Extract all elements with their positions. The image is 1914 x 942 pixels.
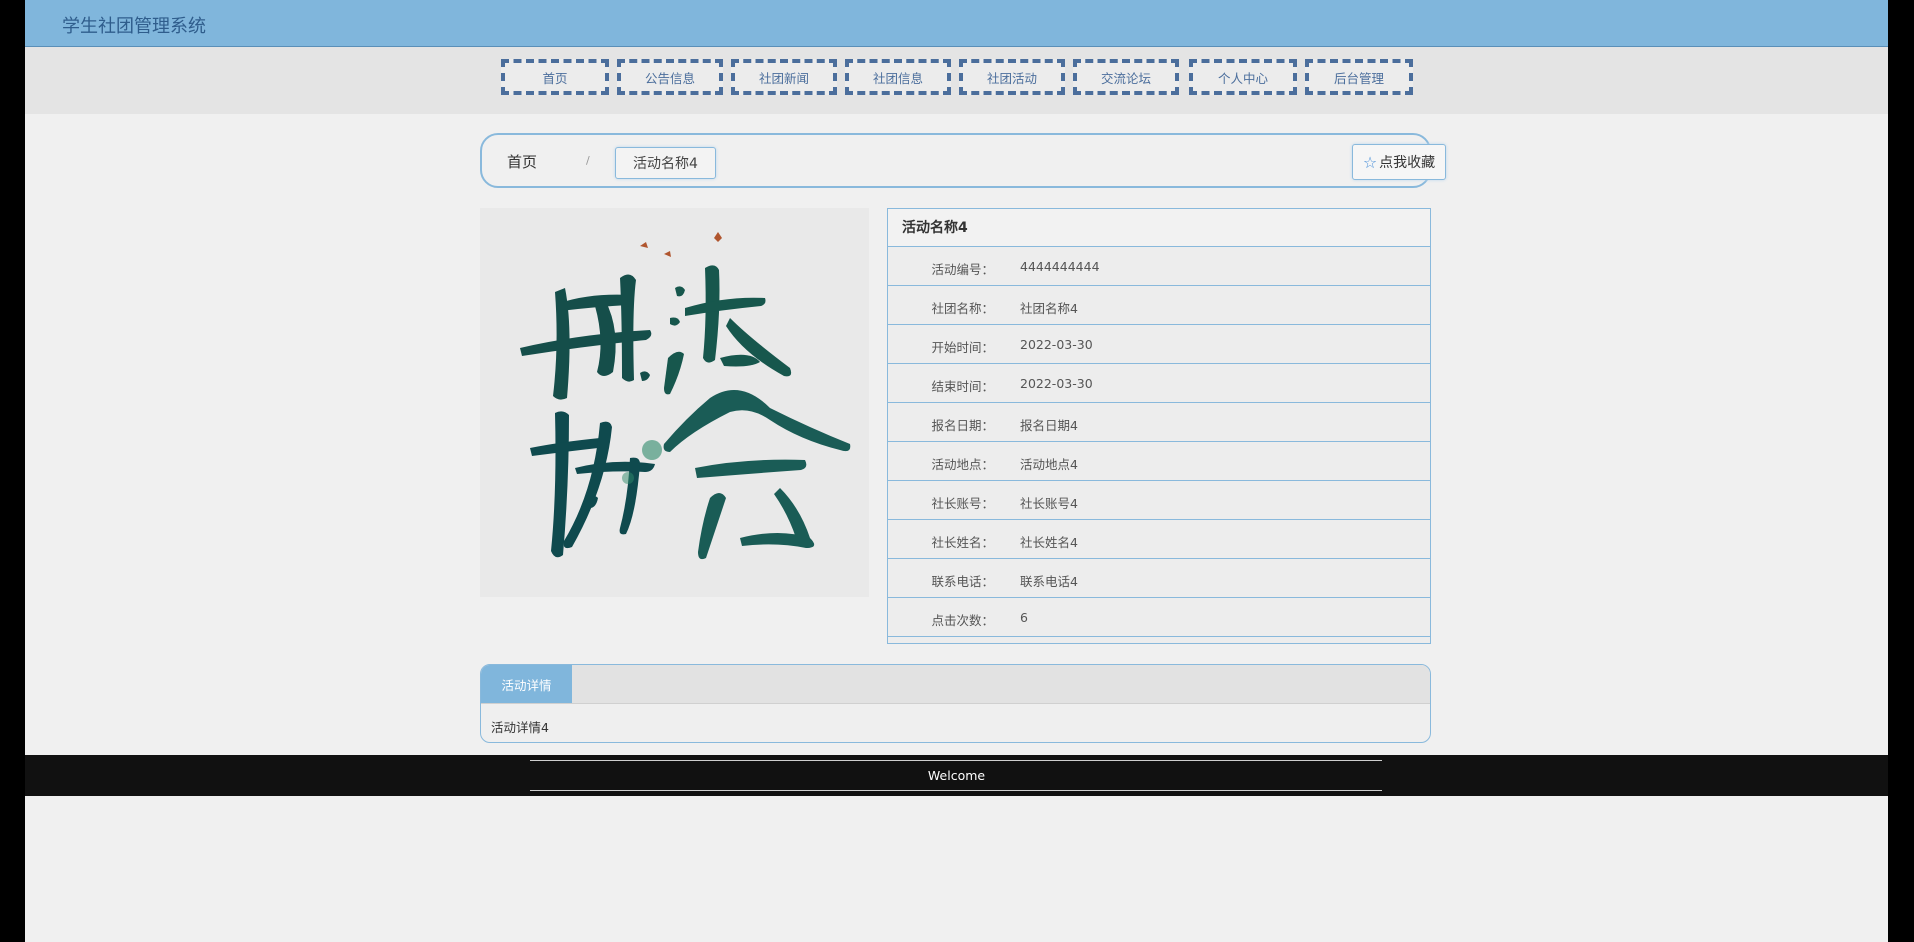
field-value: 2022-03-30 [1020, 376, 1093, 391]
field-label: 联系电话： [931, 574, 994, 589]
info-row: 社团名称： 社团名称4 [888, 286, 1430, 325]
breadcrumb: 首页 / 活动名称4 ☆ 点我收藏 [480, 133, 1446, 188]
field-label: 社长姓名： [931, 535, 994, 550]
field-label: 活动地点： [931, 457, 994, 472]
field-value: 社长账号4 [1020, 496, 1078, 511]
page: 学生社团管理系统 首页 公告信息 社团新闻 社团信息 社团活动 交流论坛 个人中… [25, 0, 1888, 942]
field-label: 结束时间： [931, 379, 994, 394]
field-label: 社团名称： [931, 301, 994, 316]
breadcrumb-separator: / [586, 154, 590, 167]
activity-poster-image [480, 208, 869, 597]
field-value: 活动地点4 [1020, 457, 1078, 472]
info-row: 活动地点： 活动地点4 [888, 442, 1430, 481]
field-value: 报名日期4 [1020, 418, 1078, 433]
field-value: 6 [1020, 610, 1028, 625]
info-row: 报名日期： 报名日期4 [888, 403, 1430, 442]
activity-detail-content: 活动详情4 [491, 720, 549, 735]
field-label: 活动编号： [931, 262, 994, 277]
info-row: 社长姓名： 社长姓名4 [888, 520, 1430, 559]
favorite-label: 点我收藏 [1379, 155, 1436, 171]
main-nav: 首页 公告信息 社团新闻 社团信息 社团活动 交流论坛 个人中心 后台管理 [25, 47, 1888, 114]
footer-divider [530, 760, 1382, 761]
field-value: 2022-03-30 [1020, 337, 1093, 352]
nav-item-club-info[interactable]: 社团信息 [845, 59, 951, 95]
favorite-button[interactable]: ☆ 点我收藏 [1352, 144, 1446, 180]
info-row: 点击次数： 6 [888, 598, 1430, 637]
footer: Welcome [25, 755, 1888, 796]
info-row: 活动编号： 4444444444 [888, 247, 1430, 286]
breadcrumb-current: 活动名称4 [615, 147, 716, 179]
activity-title: 活动名称4 [888, 209, 1430, 247]
tab-activity-detail[interactable]: 活动详情 [481, 665, 572, 703]
header-bar: 学生社团管理系统 [25, 0, 1888, 47]
breadcrumb-home[interactable]: 首页 [507, 151, 537, 172]
field-value: 社长姓名4 [1020, 535, 1078, 550]
activity-info-table: 活动名称4 活动编号： 4444444444 社团名称： 社团名称4 开始时间：… [887, 208, 1431, 644]
nav-item-admin[interactable]: 后台管理 [1305, 59, 1413, 95]
calligraphy-artwork [480, 208, 869, 597]
nav-item-forum[interactable]: 交流论坛 [1073, 59, 1179, 95]
field-value: 社团名称4 [1020, 301, 1078, 316]
activity-detail-panel: 活动详情 活动详情4 [480, 664, 1431, 743]
nav-item-notice[interactable]: 公告信息 [617, 59, 723, 95]
field-value: 联系电话4 [1020, 574, 1078, 589]
field-label: 报名日期： [931, 418, 994, 433]
footer-divider [530, 790, 1382, 791]
field-label: 社长账号： [931, 496, 994, 511]
nav-item-home[interactable]: 首页 [501, 59, 609, 95]
footer-welcome: Welcome [927, 768, 986, 783]
info-row: 社长账号： 社长账号4 [888, 481, 1430, 520]
nav-item-club-activity[interactable]: 社团活动 [959, 59, 1065, 95]
field-label: 开始时间： [931, 340, 994, 355]
info-row: 开始时间： 2022-03-30 [888, 325, 1430, 364]
field-label: 点击次数： [931, 613, 994, 628]
detail-tabs: 活动详情 [481, 665, 1430, 704]
info-row: 结束时间： 2022-03-30 [888, 364, 1430, 403]
info-row: 联系电话： 联系电话4 [888, 559, 1430, 598]
field-value: 4444444444 [1020, 259, 1100, 274]
star-icon: ☆ [1362, 152, 1378, 172]
nav-item-club-news[interactable]: 社团新闻 [731, 59, 837, 95]
nav-item-personal-center[interactable]: 个人中心 [1189, 59, 1297, 95]
app-title: 学生社团管理系统 [62, 16, 206, 37]
